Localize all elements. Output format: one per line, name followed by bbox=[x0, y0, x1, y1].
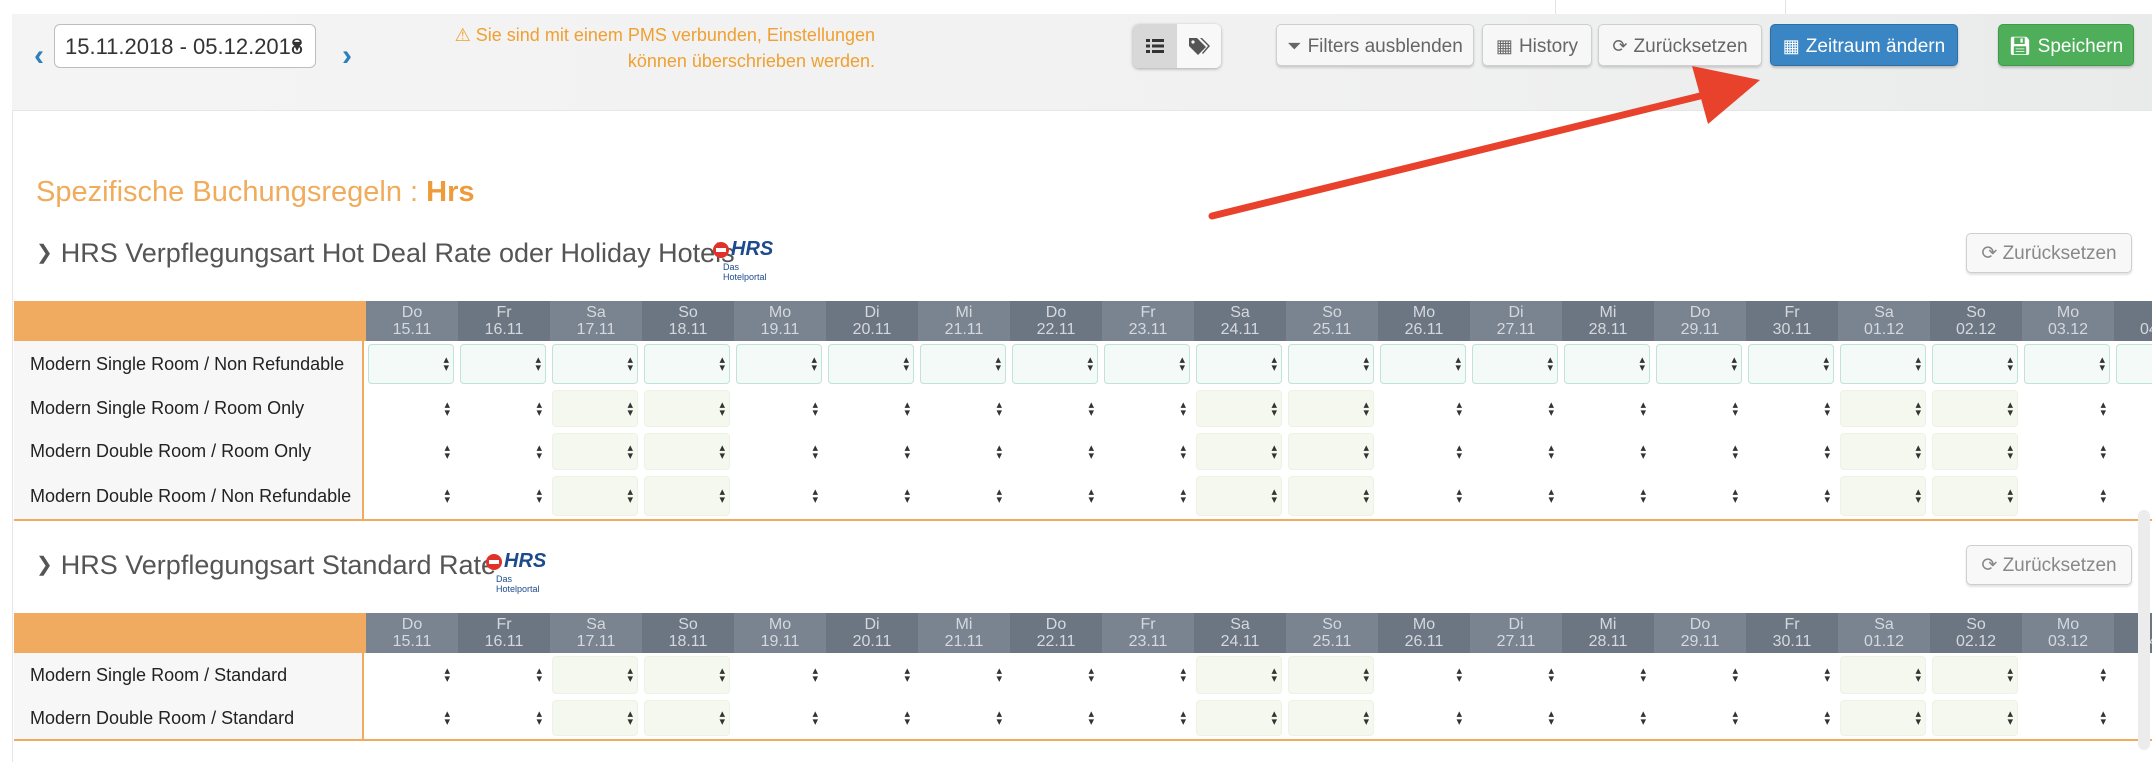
annotation-arrow bbox=[1208, 66, 1760, 220]
